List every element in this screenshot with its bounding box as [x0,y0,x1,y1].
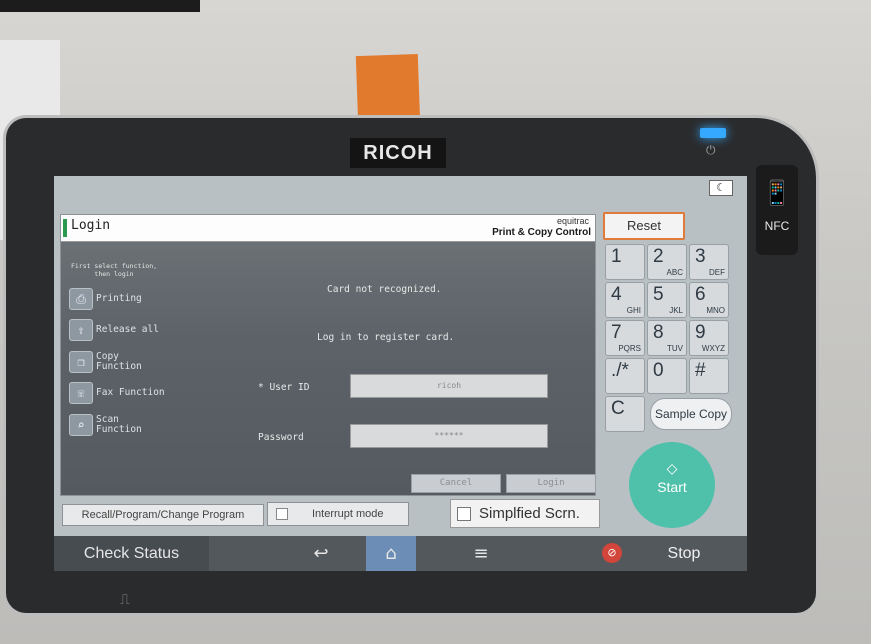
interrupt-checkbox [276,508,288,520]
sample-copy-button[interactable]: Sample Copy [650,398,732,430]
energy-saver-button[interactable]: ☾ [709,180,733,196]
release-icon: ⇪ [69,319,93,341]
function-label: Scan Function [96,414,142,435]
key-3[interactable]: 3 DEF [689,244,729,280]
nfc-label: NFC [764,219,790,233]
key-9[interactable]: 9 WXYZ [689,320,729,356]
scan-icon: ⌕ [69,414,93,436]
card-error-message: Card not recognized. [327,284,442,295]
stop-icon[interactable]: ⊘ [602,543,622,563]
touch-screen: ☾ Login equitrac Print & Copy Control Fi… [54,176,747,571]
function-copy[interactable]: ❐ Copy Function [69,351,142,373]
register-card-message: Log in to register card. [317,332,455,343]
login-panel-header: Login equitrac Print & Copy Control [61,215,595,242]
key-7[interactable]: 7 PQRS [605,320,645,356]
status-led [700,128,726,138]
key-0[interactable]: 0 [647,358,687,394]
nfc-phone-icon: 📱 [762,180,792,207]
function-label: Fax Function [96,387,165,398]
stop-button[interactable]: Stop [634,536,734,571]
user-id-label: * User ID [258,382,310,393]
fax-icon: ☏ [69,382,93,404]
key-6[interactable]: 6 MNO [689,282,729,318]
recall-program-button[interactable]: Recall/Program/Change Program [62,504,264,526]
panel-title: Login [71,218,111,233]
key-clear[interactable]: C [605,396,645,432]
password-field[interactable]: ****** [350,424,548,448]
key-2[interactable]: 2 ABC [647,244,687,280]
function-printing[interactable]: ⎙ Printing [69,288,142,310]
menu-icon[interactable]: ≡ [456,536,506,571]
start-diamond-icon: ◇ [666,460,678,476]
printer-icon: ⎙ [69,288,93,310]
start-button[interactable]: ◇ Start [629,442,715,528]
reset-button[interactable]: Reset [603,212,685,240]
key-5[interactable]: 5 JKL [647,282,687,318]
function-label: Printing [96,293,142,304]
usb-port-icon: ⎍ [120,592,130,608]
key-dot-star[interactable]: ./* [605,358,645,394]
user-id-field[interactable]: ricoh [350,374,548,398]
cancel-button[interactable]: Cancel [411,474,501,493]
home-icon[interactable]: ⌂ [366,536,416,571]
bottom-nav-bar: Check Status ↩ ⌂ ≡ ⊘ Stop [54,536,747,571]
vendor-logo: equitrac [556,216,589,226]
orange-tape [355,53,421,127]
simplified-label: Simplfied Scrn. [479,505,580,522]
function-scan[interactable]: ⌕ Scan Function [69,414,142,436]
interrupt-mode-button[interactable]: Interrupt mode [267,502,409,526]
hint-line-1: First select function, [70,262,158,270]
simplified-screen-button[interactable]: Simplfied Scrn. [450,499,600,528]
password-label: Password [258,432,304,443]
login-panel: Login equitrac Print & Copy Control Firs… [60,214,596,496]
function-label: Release all [96,324,159,335]
function-hint: First select function, then login [69,262,159,278]
copy-icon: ❐ [69,351,93,373]
key-4[interactable]: 4 GHI [605,282,645,318]
brand-logo: RICOH [350,138,446,168]
function-fax[interactable]: ☏ Fax Function [69,382,165,404]
back-icon[interactable]: ↩ [296,536,346,571]
function-release-all[interactable]: ⇪ Release all [69,319,159,341]
check-status-button[interactable]: Check Status [54,536,209,571]
nfc-reader[interactable]: 📱 NFC [756,165,798,255]
product-name: Print & Copy Control [492,227,591,238]
power-icon[interactable]: ⏻ [706,143,716,158]
function-label: Copy Function [96,351,142,372]
key-hash[interactable]: # [689,358,729,394]
start-label: Start [657,479,687,495]
interrupt-label: Interrupt mode [312,508,384,520]
simplified-checkbox [457,507,471,521]
login-button[interactable]: Login [506,474,596,493]
hint-line-2: then login [94,270,134,278]
key-8[interactable]: 8 TUV [647,320,687,356]
background-object [0,0,200,12]
header-accent-bar [63,219,67,237]
key-1[interactable]: 1 [605,244,645,280]
